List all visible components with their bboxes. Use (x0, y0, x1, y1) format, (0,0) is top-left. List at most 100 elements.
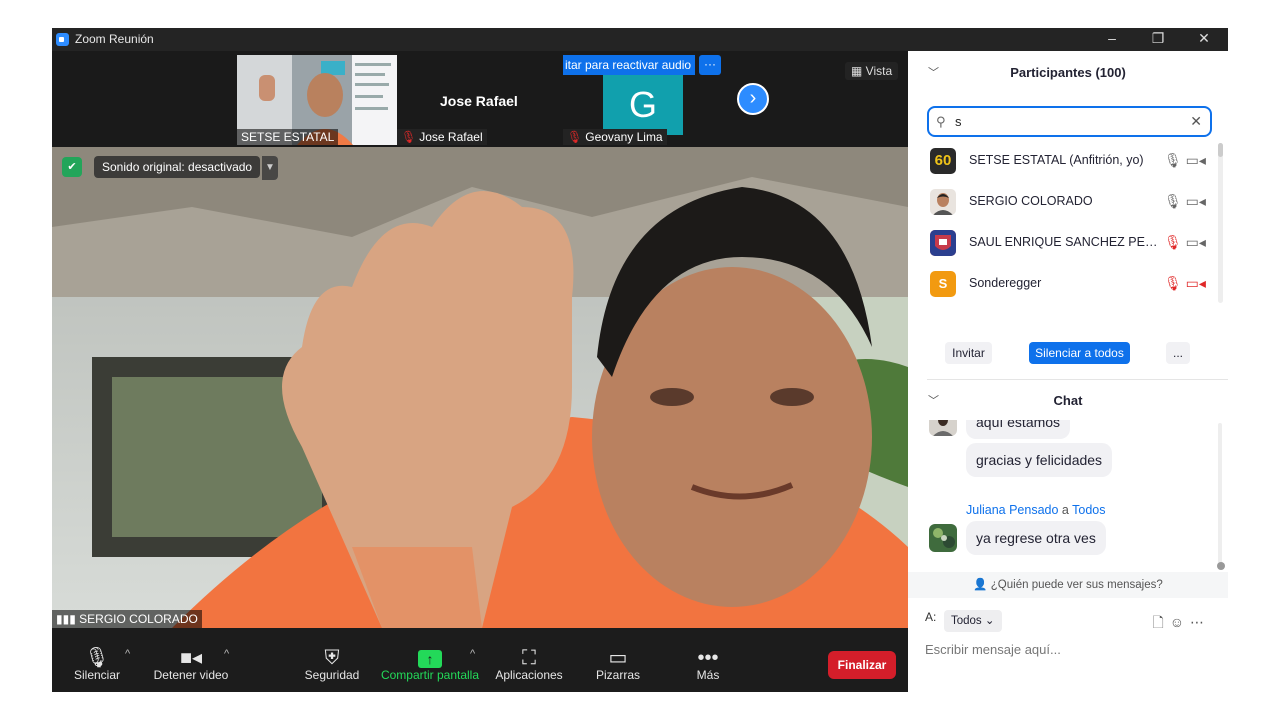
share-screen-button[interactable]: ↑ Compartir pantalla (378, 628, 482, 692)
window-title: Zoom Reunión (75, 32, 154, 46)
participant-row[interactable]: 60 SETSE ESTATAL (Anfitrión, yo) 🎙 ▭◂ (908, 141, 1218, 182)
security-shield-icon[interactable]: ✔ (62, 157, 82, 177)
participant-status-icons: 🎙 ▭◂ (1164, 234, 1206, 251)
avatar (929, 420, 957, 436)
main-speaker-video[interactable]: ✔ Sonido original: desactivado ▼ ▮▮▮ SER… (52, 147, 908, 628)
security-label: Seguridad (304, 668, 360, 682)
participant-status-icons: 🎙 ▭◂ (1164, 152, 1206, 169)
view-button[interactable]: ▦ Vista (845, 62, 899, 80)
who-can-see-link[interactable]: 👤 ¿Quién puede ver sus mensajes? (908, 572, 1228, 598)
chat-messages: aquí estamos gracias y felicidades Julia… (908, 420, 1220, 570)
participant-strip: SETSE ESTATAL Jose Rafael 🎙 Jose Rafael G… (52, 51, 908, 147)
whiteboards-button[interactable]: ▭ Pizarras (588, 628, 648, 692)
chevron-up-icon[interactable]: ^ (470, 648, 475, 660)
clear-search-icon[interactable]: ✕ (1190, 113, 1202, 130)
more-dots-icon[interactable]: ⋯ (1190, 614, 1210, 630)
video-thumb-setse[interactable]: SETSE ESTATAL (237, 55, 397, 145)
thumb-label: 🎙 Jose Rafael (397, 129, 487, 145)
grid-icon: ▦ (851, 64, 866, 78)
mute-button[interactable]: 🎙 Silenciar (66, 628, 128, 692)
microphone-icon[interactable]: 🎙 (1164, 152, 1182, 168)
more-button[interactable]: ••• Más (680, 628, 736, 692)
chevron-up-icon[interactable]: ^ (224, 648, 229, 660)
mute-label: Silenciar (73, 668, 121, 682)
who-can-see-text: ¿Quién puede ver sus mensajes? (990, 579, 1163, 591)
thumb-label-text: Geovany Lima (585, 130, 663, 144)
video-camera-icon[interactable]: ▭◂ (1186, 234, 1206, 250)
chat-message: ya regrese otra ves (966, 521, 1106, 555)
avatar (929, 524, 957, 552)
title-bar: Zoom Reunión – ❐ ✕ (52, 28, 1228, 51)
chat-message: gracias y felicidades (966, 443, 1113, 477)
original-sound-toggle[interactable]: Sonido original: desactivado (94, 156, 261, 178)
zoom-app-icon (56, 33, 69, 46)
minimize-button[interactable]: – (1089, 28, 1135, 51)
person-lock-icon: 👤 (973, 579, 988, 591)
participant-row[interactable]: SAUL ENRIQUE SANCHEZ PERE... 🎙 ▭◂ (908, 223, 1218, 264)
security-button[interactable]: ⛨ Seguridad (300, 628, 364, 692)
stop-video-label: Detener video (153, 668, 229, 682)
chat-header: ﹀ Chat (908, 379, 1228, 423)
whiteboards-label: Pizarras (595, 668, 640, 682)
chevron-up-icon[interactable]: ^ (125, 648, 130, 660)
emoji-icon[interactable]: ☺ (1170, 614, 1190, 630)
participants-scrollbar-thumb[interactable] (1218, 143, 1223, 157)
apps-button[interactable]: ⛶ Aplicaciones (490, 628, 568, 692)
recipient-name[interactable]: Todos (1072, 503, 1105, 517)
thumb-label: SETSE ESTATAL (237, 129, 339, 145)
participant-status-icons: 🎙 ▭◂ (1164, 275, 1206, 292)
participant-status-icons: 🎙 ▭◂ (1164, 193, 1206, 210)
mic-muted-icon: 🎙 (401, 130, 417, 144)
participants-title: Participantes (100) (1010, 65, 1126, 80)
participant-row[interactable]: SERGIO COLORADO 🎙 ▭◂ (908, 182, 1218, 223)
video-camera-icon[interactable]: ▭◂ (1186, 152, 1206, 168)
participant-row[interactable]: S Sonderegger 🎙 ▭◂ (908, 264, 1218, 305)
unmute-banner[interactable]: itar para reactivar audio (563, 55, 695, 75)
avatar (930, 189, 956, 215)
file-icon[interactable]: 🗋 (1152, 614, 1169, 630)
video-off-icon[interactable]: ▭◂ (1186, 275, 1206, 291)
zoom-window: Zoom Reunión – ❐ ✕ SETSE ESTATAL Jose Ra… (52, 28, 1228, 692)
speaker-name: SERGIO COLORADO (79, 612, 198, 626)
recipient-value: Todos (951, 615, 982, 627)
next-page-button[interactable]: › (737, 83, 769, 115)
stop-video-button[interactable]: ■◂ Detener video (148, 628, 234, 692)
more-options-button[interactable]: ··· (699, 55, 721, 75)
avatar: 60 (930, 148, 956, 174)
microphone-muted-icon[interactable]: 🎙 (1164, 275, 1182, 291)
mute-all-button[interactable]: Silenciar a todos (1029, 342, 1130, 364)
chevron-down-icon[interactable]: ﹀ (928, 379, 939, 423)
meeting-toolbar: 🎙 Silenciar ^ ■◂ Detener video ^ ⛨ Segur… (52, 628, 908, 692)
more-label: Más (696, 668, 720, 682)
video-thumb-geovany[interactable]: G itar para reactivar audio ··· 🎙 Geovany… (563, 55, 723, 145)
recipient-dropdown[interactable]: Todos ⌄ (944, 610, 1002, 632)
microphone-muted-icon[interactable]: 🎙 (1164, 234, 1182, 250)
chat-title: Chat (1053, 393, 1083, 408)
close-button[interactable]: ✕ (1181, 28, 1227, 51)
video-thumb-jose[interactable]: Jose Rafael 🎙 Jose Rafael (397, 55, 557, 145)
sender-name[interactable]: Juliana Pensado (966, 503, 1058, 517)
share-label: Compartir pantalla (380, 668, 480, 682)
participant-search-input[interactable]: ⚲ s ✕ (927, 106, 1212, 137)
chevron-down-icon[interactable]: ﹀ (928, 51, 939, 95)
video-camera-icon[interactable]: ▭◂ (1186, 193, 1206, 209)
to-label: A: (925, 610, 937, 624)
search-icon: ⚲ (936, 114, 946, 129)
sender-to-word: a (1061, 503, 1069, 517)
end-meeting-button[interactable]: Finalizar (828, 651, 896, 679)
avatar: S (930, 271, 956, 297)
chat-scrollbar-thumb[interactable] (1217, 562, 1225, 570)
participants-scrollbar-track[interactable] (1218, 143, 1223, 303)
participants-header: ﹀ Participantes (100) (908, 51, 1228, 95)
chat-message-input[interactable]: Escribir mensaje aquí... (925, 642, 1061, 657)
participant-name: SAUL ENRIQUE SANCHEZ PERE... (969, 235, 1164, 249)
restore-button[interactable]: ❐ (1135, 28, 1181, 51)
participants-more-button[interactable]: ... (1166, 342, 1190, 364)
microphone-icon[interactable]: 🎙 (1164, 193, 1182, 209)
avatar-photo (930, 230, 956, 256)
view-label: Vista (865, 64, 893, 78)
chat-scrollbar-track[interactable] (1218, 423, 1222, 569)
chat-actions: 🗋☺⋯ (1152, 612, 1210, 636)
chevron-down-icon[interactable]: ▼ (262, 156, 278, 180)
invite-button[interactable]: Invitar (945, 342, 992, 364)
